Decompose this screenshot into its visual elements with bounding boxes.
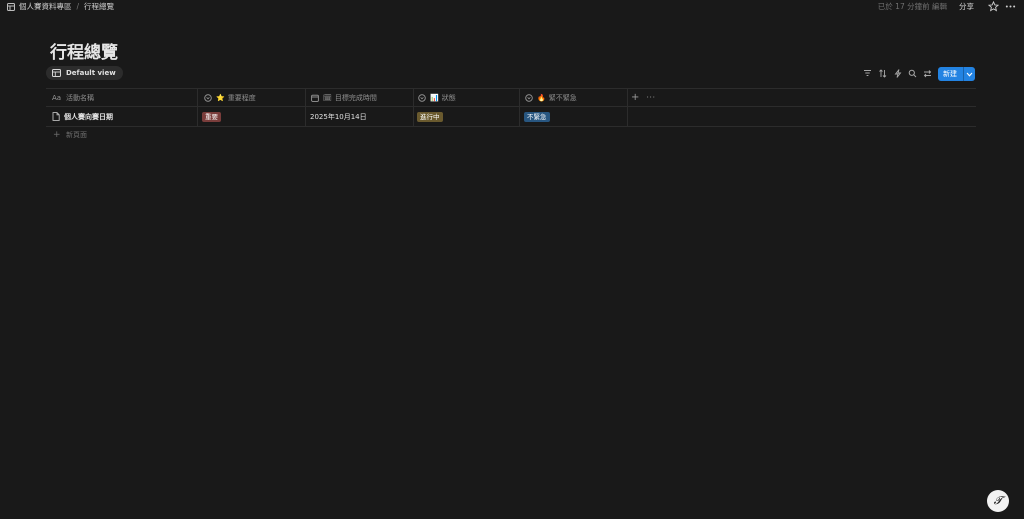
- table-header-row: Aa 活動名稱 ⭐ 重要程度 🗓 目標完成時間 📊 狀態 🔥 緊不緊急 + ··…: [46, 88, 976, 107]
- database-icon: [7, 2, 15, 11]
- column-header-importance[interactable]: ⭐ 重要程度: [203, 89, 303, 106]
- database-table: Aa 活動名稱 ⭐ 重要程度 🗓 目標完成時間 📊 狀態 🔥 緊不緊急 + ··…: [46, 88, 976, 127]
- table-row[interactable]: 個人賽向賽日期 重要 2025年10月14日 進行中 不緊急: [46, 107, 976, 127]
- bar-chart-emoji-icon: 📊: [430, 93, 439, 102]
- notion-ai-icon[interactable]: 𝓣: [987, 490, 1009, 512]
- column-divider: [413, 107, 414, 126]
- chevron-down-icon[interactable]: [964, 72, 975, 77]
- importance-tag: 重要: [202, 111, 221, 122]
- breadcrumb-page[interactable]: 行程總覽: [84, 1, 114, 12]
- new-page-label: 新頁面: [66, 131, 87, 139]
- column-header-status[interactable]: 📊 狀態: [417, 89, 517, 106]
- column-header-label: 緊不緊急: [548, 93, 577, 102]
- add-property-icon[interactable]: +: [631, 92, 639, 103]
- more-icon[interactable]: ···: [646, 93, 655, 102]
- fire-emoji-icon: 🔥: [537, 93, 546, 102]
- aa-text-icon: Aa: [51, 93, 62, 102]
- due-date-cell[interactable]: 2025年10月14日: [310, 107, 410, 126]
- view-tab-label: Default view: [66, 69, 116, 77]
- select-icon: [524, 93, 533, 102]
- column-divider[interactable]: [519, 89, 520, 106]
- top-bar: 個人賽資料專區 / 行程總覽 已於 17 分鐘前 編輯 分享: [0, 0, 1024, 12]
- column-divider[interactable]: [197, 89, 198, 106]
- column-header-due-date[interactable]: 🗓 目標完成時間: [310, 89, 410, 106]
- new-button[interactable]: 新建: [938, 67, 975, 81]
- new-page-row[interactable]: + 新頁面: [53, 130, 87, 140]
- sort-icon[interactable]: [877, 67, 888, 79]
- urgency-cell[interactable]: 不緊急: [524, 107, 624, 126]
- star-icon[interactable]: [988, 0, 999, 12]
- column-divider: [197, 107, 198, 126]
- column-header-urgency[interactable]: 🔥 緊不緊急: [524, 89, 624, 106]
- column-header-label: 活動名稱: [66, 93, 94, 102]
- column-divider: [519, 107, 520, 126]
- more-icon[interactable]: [1005, 1, 1016, 12]
- row-title-cell[interactable]: 個人賽向賽日期: [51, 107, 196, 126]
- plus-icon: +: [53, 129, 61, 140]
- column-header-name[interactable]: Aa 活動名稱: [51, 89, 196, 106]
- lightning-icon[interactable]: [892, 67, 903, 79]
- settings-sliders-icon[interactable]: [922, 67, 933, 79]
- column-divider: [627, 107, 628, 126]
- calendar-emoji-icon: 🗓: [323, 93, 332, 102]
- breadcrumb: 個人賽資料專區 / 行程總覽: [7, 1, 114, 12]
- urgency-tag: 不緊急: [524, 111, 550, 122]
- view-toolbar: [862, 67, 937, 79]
- column-divider[interactable]: [305, 89, 306, 106]
- column-divider[interactable]: [627, 89, 628, 106]
- page-title: 行程總覽: [50, 43, 118, 63]
- status-cell[interactable]: 進行中: [417, 107, 517, 126]
- breadcrumb-separator: /: [76, 2, 80, 11]
- column-header-label: 重要程度: [227, 93, 256, 102]
- search-icon[interactable]: [907, 67, 918, 79]
- table-icon: [52, 69, 61, 77]
- view-tab-default[interactable]: Default view: [46, 66, 123, 80]
- page-icon: [51, 112, 60, 121]
- importance-cell[interactable]: 重要: [202, 107, 302, 126]
- row-title: 個人賽向賽日期: [64, 112, 113, 121]
- due-date-value: 2025年10月14日: [310, 112, 367, 121]
- column-divider: [305, 107, 306, 126]
- column-header-label: 目標完成時間: [334, 93, 377, 102]
- select-icon: [203, 93, 212, 102]
- breadcrumb-workspace[interactable]: 個人賽資料專區: [19, 1, 72, 12]
- calendar-icon: [310, 93, 319, 102]
- top-actions: 已於 17 分鐘前 編輯 分享: [878, 0, 1016, 12]
- select-icon: [417, 93, 426, 102]
- star-emoji-icon: ⭐: [216, 93, 225, 102]
- column-header-label: 狀態: [441, 93, 456, 102]
- add-column-area: + ···: [631, 89, 661, 106]
- status-tag: 進行中: [417, 111, 443, 122]
- filter-icon[interactable]: [862, 67, 873, 79]
- new-button-label: 新建: [943, 70, 957, 78]
- column-divider[interactable]: [413, 89, 414, 106]
- share-button[interactable]: 分享: [959, 1, 974, 12]
- edited-timestamp: 已於 17 分鐘前 編輯: [877, 1, 947, 11]
